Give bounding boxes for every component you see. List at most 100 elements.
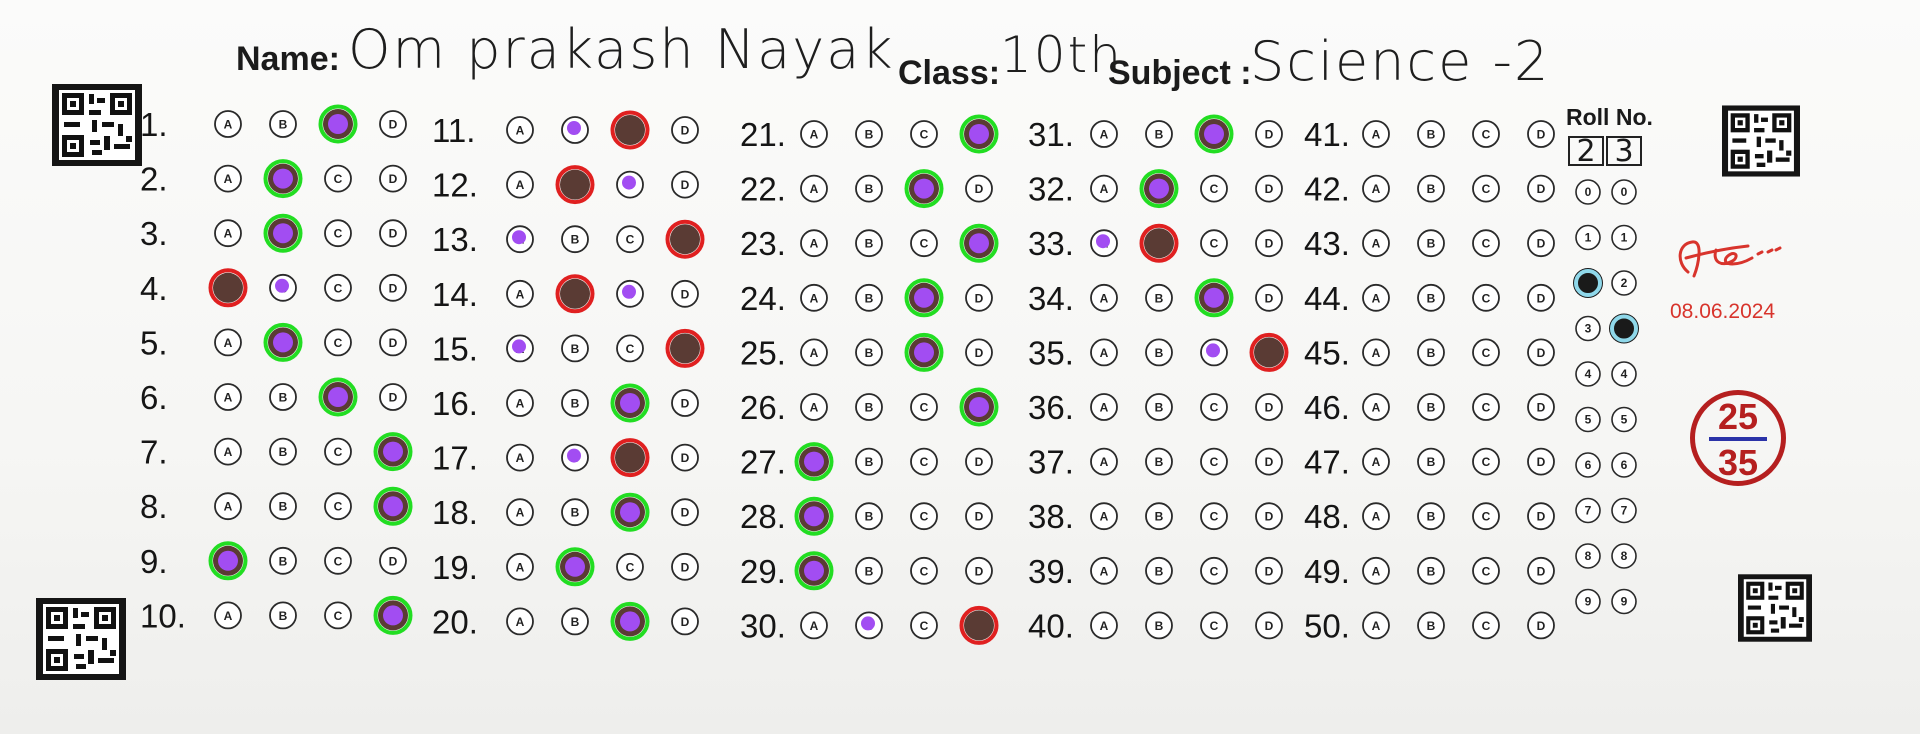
answer-bubble-b[interactable]: B bbox=[269, 601, 297, 630]
answer-bubble-c[interactable]: C bbox=[1472, 229, 1500, 258]
answer-bubble-c[interactable]: C bbox=[1200, 338, 1228, 367]
answer-bubble-c[interactable]: C bbox=[910, 120, 938, 148]
roll-bubble[interactable]: 4 bbox=[1611, 361, 1637, 387]
answer-bubble-d[interactable]: D bbox=[1527, 120, 1555, 148]
answer-bubble-c[interactable]: C bbox=[910, 393, 938, 421]
answer-bubble-b[interactable]: B bbox=[269, 437, 297, 466]
roll-bubble[interactable]: 7 bbox=[1611, 497, 1637, 524]
answer-bubble-a[interactable]: A bbox=[1090, 174, 1118, 203]
answer-bubble-b[interactable]: B bbox=[269, 546, 297, 575]
answer-bubble-c[interactable]: C bbox=[610, 601, 650, 641]
answer-bubble-b[interactable]: B bbox=[561, 389, 589, 417]
answer-bubble-b[interactable]: B bbox=[855, 393, 883, 421]
answer-bubble-d[interactable]: D bbox=[959, 387, 999, 427]
roll-bubble[interactable]: 5 bbox=[1575, 406, 1601, 433]
answer-bubble-d[interactable]: D bbox=[965, 447, 993, 476]
answer-bubble-c[interactable]: C bbox=[324, 437, 352, 466]
answer-bubble-c[interactable]: C bbox=[1472, 502, 1500, 531]
roll-bubble[interactable]: 1 bbox=[1611, 224, 1637, 251]
answer-bubble-b[interactable]: B bbox=[1417, 120, 1445, 148]
answer-bubble-a[interactable]: A bbox=[1362, 120, 1390, 148]
answer-bubble-a[interactable]: A bbox=[506, 116, 534, 144]
answer-bubble-d[interactable]: D bbox=[959, 114, 999, 154]
answer-bubble-c[interactable]: C bbox=[1472, 556, 1500, 585]
answer-bubble-d[interactable]: D bbox=[373, 432, 413, 472]
answer-bubble-b[interactable]: B bbox=[555, 547, 595, 587]
answer-bubble-d[interactable]: D bbox=[959, 605, 999, 645]
answer-bubble-c[interactable]: C bbox=[616, 552, 644, 581]
answer-bubble-c[interactable]: C bbox=[1472, 120, 1500, 148]
answer-bubble-c[interactable]: C bbox=[1194, 278, 1234, 318]
roll-bubble[interactable]: 6 bbox=[1611, 452, 1637, 478]
answer-bubble-a[interactable]: A bbox=[506, 498, 534, 527]
roll-bubble[interactable]: 1 bbox=[1575, 224, 1601, 251]
answer-bubble-c[interactable]: C bbox=[1472, 447, 1500, 476]
answer-bubble-d[interactable]: D bbox=[1255, 556, 1283, 585]
answer-bubble-a[interactable]: A bbox=[1362, 338, 1390, 367]
answer-bubble-d[interactable]: D bbox=[1255, 174, 1283, 203]
answer-bubble-a[interactable]: A bbox=[208, 268, 248, 308]
answer-bubble-c[interactable]: C bbox=[1200, 393, 1228, 421]
answer-bubble-a[interactable]: A bbox=[1090, 120, 1118, 148]
answer-bubble-a[interactable]: A bbox=[214, 110, 242, 138]
answer-bubble-b[interactable]: B bbox=[561, 116, 589, 144]
answer-bubble-c[interactable]: C bbox=[1472, 283, 1500, 312]
answer-bubble-d[interactable]: D bbox=[379, 110, 407, 138]
answer-bubble-c[interactable]: C bbox=[610, 438, 650, 478]
answer-bubble-d[interactable]: D bbox=[665, 328, 705, 368]
answer-bubble-d[interactable]: D bbox=[379, 328, 407, 357]
answer-bubble-b[interactable]: B bbox=[263, 213, 303, 253]
answer-bubble-b[interactable]: B bbox=[1139, 223, 1179, 263]
answer-bubble-b[interactable]: B bbox=[1145, 611, 1173, 640]
roll-bubble[interactable]: 6 bbox=[1575, 452, 1601, 478]
answer-bubble-b[interactable]: B bbox=[1145, 393, 1173, 421]
roll-bubble[interactable]: 9 bbox=[1611, 588, 1637, 615]
answer-bubble-a[interactable]: A bbox=[214, 219, 242, 248]
answer-bubble-a[interactable]: A bbox=[506, 225, 534, 254]
answer-bubble-c[interactable]: C bbox=[324, 601, 352, 630]
answer-bubble-a[interactable]: A bbox=[506, 334, 534, 363]
answer-bubble-a[interactable]: A bbox=[214, 601, 242, 630]
answer-bubble-b[interactable]: B bbox=[1139, 169, 1179, 209]
answer-bubble-d[interactable]: D bbox=[1255, 229, 1283, 258]
answer-bubble-c[interactable]: C bbox=[1200, 447, 1228, 476]
answer-bubble-b[interactable]: B bbox=[1417, 393, 1445, 421]
answer-bubble-c[interactable]: C bbox=[318, 377, 358, 417]
answer-bubble-c[interactable]: C bbox=[904, 332, 944, 372]
answer-bubble-b[interactable]: B bbox=[855, 229, 883, 258]
answer-bubble-a[interactable]: A bbox=[214, 328, 242, 357]
answer-bubble-d[interactable]: D bbox=[965, 556, 993, 585]
answer-bubble-a[interactable]: A bbox=[800, 174, 828, 203]
answer-bubble-c[interactable]: C bbox=[324, 273, 352, 302]
answer-bubble-d[interactable]: D bbox=[379, 546, 407, 575]
answer-bubble-a[interactable]: A bbox=[1090, 556, 1118, 585]
answer-bubble-a[interactable]: A bbox=[1362, 556, 1390, 585]
answer-bubble-b[interactable]: B bbox=[1417, 447, 1445, 476]
answer-bubble-a[interactable]: A bbox=[1362, 502, 1390, 531]
answer-bubble-c[interactable]: C bbox=[1200, 502, 1228, 531]
answer-bubble-b[interactable]: B bbox=[1417, 338, 1445, 367]
answer-bubble-c[interactable]: C bbox=[1200, 611, 1228, 640]
answer-bubble-a[interactable]: A bbox=[1090, 393, 1118, 421]
answer-bubble-d[interactable]: D bbox=[1527, 611, 1555, 640]
answer-bubble-b[interactable]: B bbox=[1417, 502, 1445, 531]
roll-bubble[interactable]: 0 bbox=[1575, 179, 1601, 205]
answer-bubble-a[interactable]: A bbox=[1362, 229, 1390, 258]
answer-bubble-b[interactable]: B bbox=[1417, 174, 1445, 203]
answer-bubble-b[interactable]: B bbox=[269, 273, 297, 302]
answer-bubble-c[interactable]: C bbox=[324, 546, 352, 575]
answer-bubble-d[interactable]: D bbox=[373, 486, 413, 526]
roll-bubble[interactable]: 2 bbox=[1611, 270, 1637, 296]
answer-bubble-c[interactable]: C bbox=[1472, 174, 1500, 203]
answer-bubble-b[interactable]: B bbox=[561, 498, 589, 527]
answer-bubble-d[interactable]: D bbox=[1527, 447, 1555, 476]
answer-bubble-b[interactable]: B bbox=[1145, 120, 1173, 148]
answer-bubble-a[interactable]: A bbox=[1362, 611, 1390, 640]
answer-bubble-a[interactable]: A bbox=[506, 552, 534, 581]
answer-bubble-c[interactable]: C bbox=[324, 219, 352, 248]
answer-bubble-a[interactable]: A bbox=[1090, 338, 1118, 367]
answer-bubble-d[interactable]: D bbox=[373, 595, 413, 635]
answer-bubble-d[interactable]: D bbox=[959, 223, 999, 263]
answer-bubble-b[interactable]: B bbox=[269, 383, 297, 411]
answer-bubble-c[interactable]: C bbox=[324, 328, 352, 357]
